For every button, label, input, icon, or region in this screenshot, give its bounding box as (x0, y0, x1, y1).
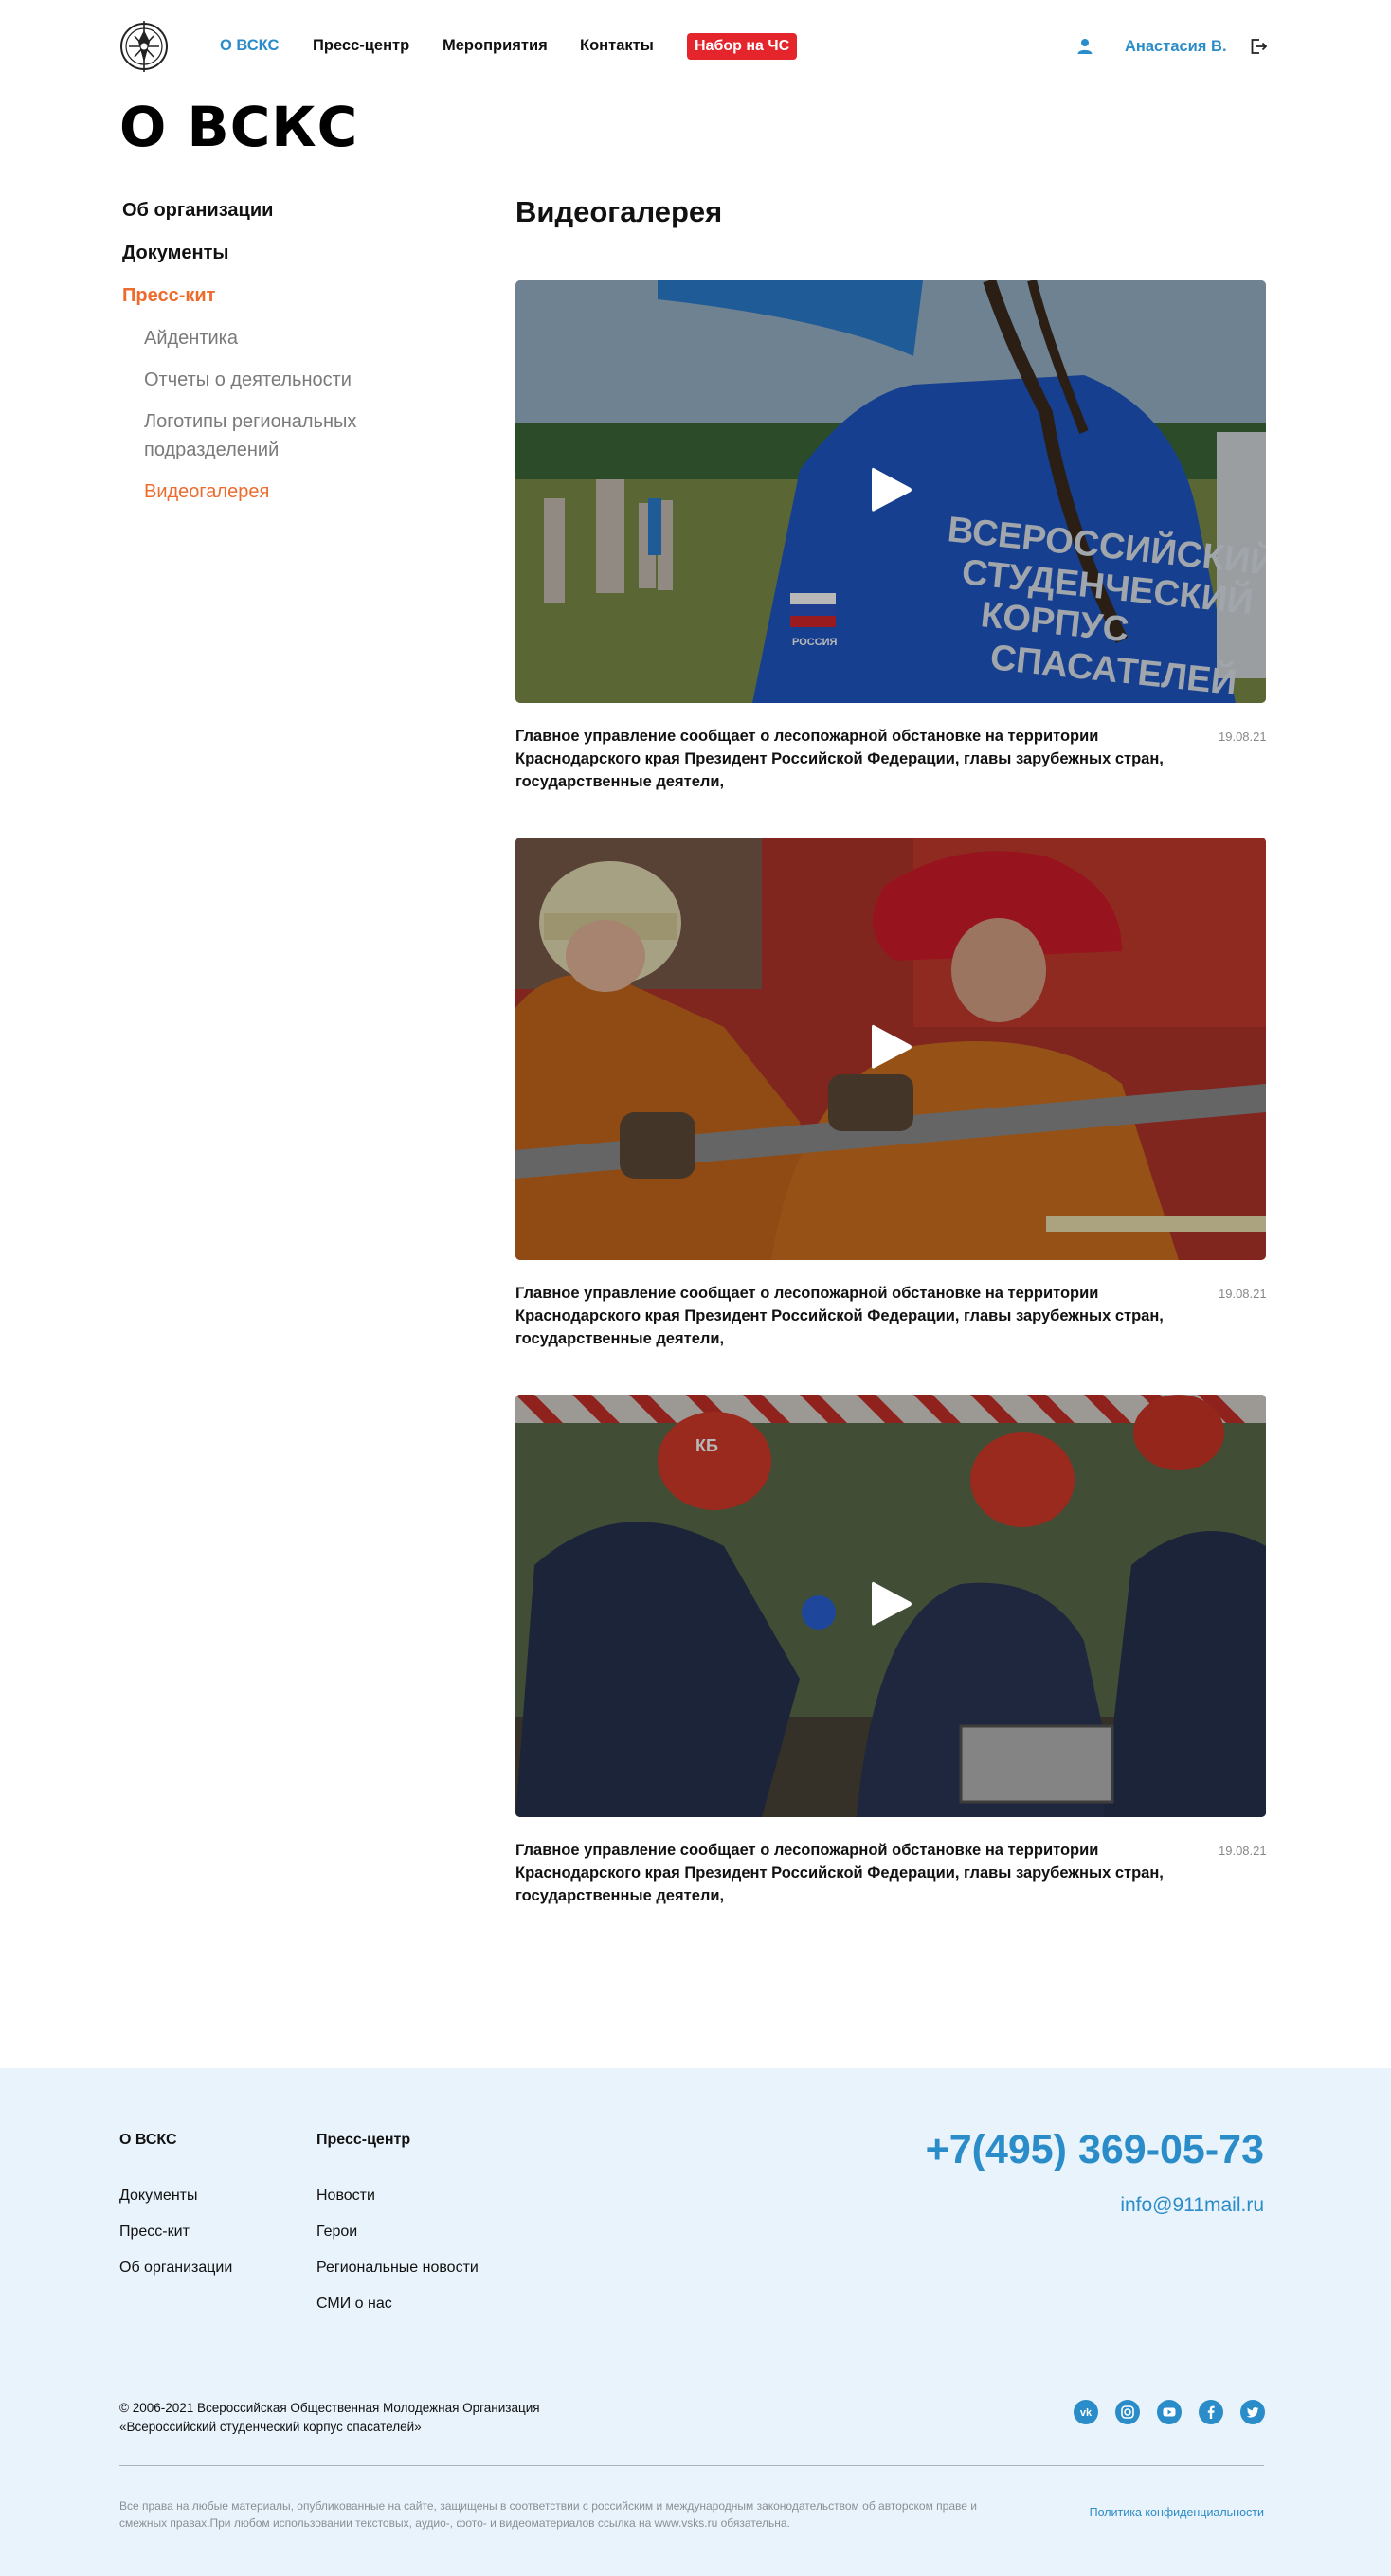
nav-contacts[interactable]: Контакты (580, 37, 654, 55)
footer-link-media[interactable]: СМИ о нас (316, 2296, 392, 2313)
video-date: 19.08.21 (1219, 1844, 1267, 1858)
sidebar-subitem-reports[interactable]: Отчеты о деятельности (144, 366, 409, 394)
footer-legal-text: Все права на любые материалы, опубликова… (119, 2499, 977, 2530)
video-card-2[interactable] (515, 838, 1266, 1260)
video-date: 19.08.21 (1219, 730, 1267, 744)
vk-icon[interactable]: vk (1074, 2400, 1098, 2424)
footer-phone[interactable]: +7(495) 369-05-73 (926, 2127, 1264, 2173)
site-footer: О ВСКС Документы Пресс-кит Об организаци… (0, 2068, 1391, 2576)
user-icon[interactable] (1076, 38, 1093, 55)
play-icon[interactable] (870, 1022, 913, 1072)
facebook-icon[interactable] (1199, 2400, 1223, 2424)
section-title: Видеогалерея (515, 195, 723, 228)
video-caption[interactable]: Главное управление сообщает о лесопожарн… (515, 1282, 1179, 1350)
footer-link-press-kit[interactable]: Пресс-кит (119, 2224, 190, 2241)
footer-heading-press-center[interactable]: Пресс-центр (316, 2132, 410, 2149)
sidebar-item-about[interactable]: Об организации (122, 200, 273, 222)
video-caption[interactable]: Главное управление сообщает о лесопожарн… (515, 725, 1179, 793)
footer-link-regional-news[interactable]: Региональные новости (316, 2260, 479, 2277)
footer-privacy-link[interactable]: Политика конфиденциальности (1090, 2506, 1264, 2519)
twitter-icon[interactable] (1240, 2400, 1265, 2424)
play-icon[interactable] (870, 465, 913, 514)
video-card-3[interactable]: КБ (515, 1395, 1266, 1817)
site-header: О ВСКС Пресс-центр Мероприятия Контакты … (0, 0, 1391, 95)
footer-divider (119, 2465, 1264, 2466)
logout-icon[interactable] (1249, 37, 1268, 56)
emblem-logo[interactable] (119, 17, 169, 76)
footer-link-heroes[interactable]: Герои (316, 2224, 357, 2241)
footer-heading-about[interactable]: О ВСКС (119, 2132, 177, 2149)
footer-email[interactable]: info@911mail.ru (1120, 2194, 1264, 2217)
play-icon[interactable] (870, 1579, 913, 1629)
nav-events[interactable]: Мероприятия (443, 37, 548, 55)
video-date: 19.08.21 (1219, 1287, 1267, 1301)
footer-link-about-org[interactable]: Об организации (119, 2260, 232, 2277)
page-title: О ВСКС (119, 95, 359, 159)
footer-link-news[interactable]: Новости (316, 2188, 375, 2205)
sidebar-item-documents[interactable]: Документы (122, 243, 228, 264)
sidebar-item-press-kit[interactable]: Пресс-кит (122, 285, 215, 307)
footer-link-documents[interactable]: Документы (119, 2188, 197, 2205)
video-card-1[interactable]: ВСЕРОССИЙСКИЙ СТУДЕНЧЕСКИЙ КОРПУС СПАСАТ… (515, 280, 1266, 703)
svg-text:vk: vk (1080, 2407, 1093, 2419)
footer-copyright: © 2006-2021 Всероссийская Общественная М… (119, 2401, 540, 2434)
video-caption[interactable]: Главное управление сообщает о лесопожарн… (515, 1839, 1179, 1907)
sidebar-subitem-video-gallery[interactable]: Видеогалерея (144, 477, 409, 506)
emergency-recruitment-button[interactable]: Набор на ЧС (687, 33, 798, 60)
youtube-icon[interactable] (1157, 2400, 1182, 2424)
instagram-icon[interactable] (1115, 2400, 1140, 2424)
nav-press-center[interactable]: Пресс-центр (313, 37, 409, 55)
nav-about[interactable]: О ВСКС (220, 37, 279, 55)
sidebar-subitem-identity[interactable]: Айдентика (144, 324, 409, 352)
sidebar-subitem-regional-logos[interactable]: Логотипы региональных подразделений (144, 407, 409, 464)
user-name[interactable]: Анастасия В. (1125, 38, 1227, 56)
